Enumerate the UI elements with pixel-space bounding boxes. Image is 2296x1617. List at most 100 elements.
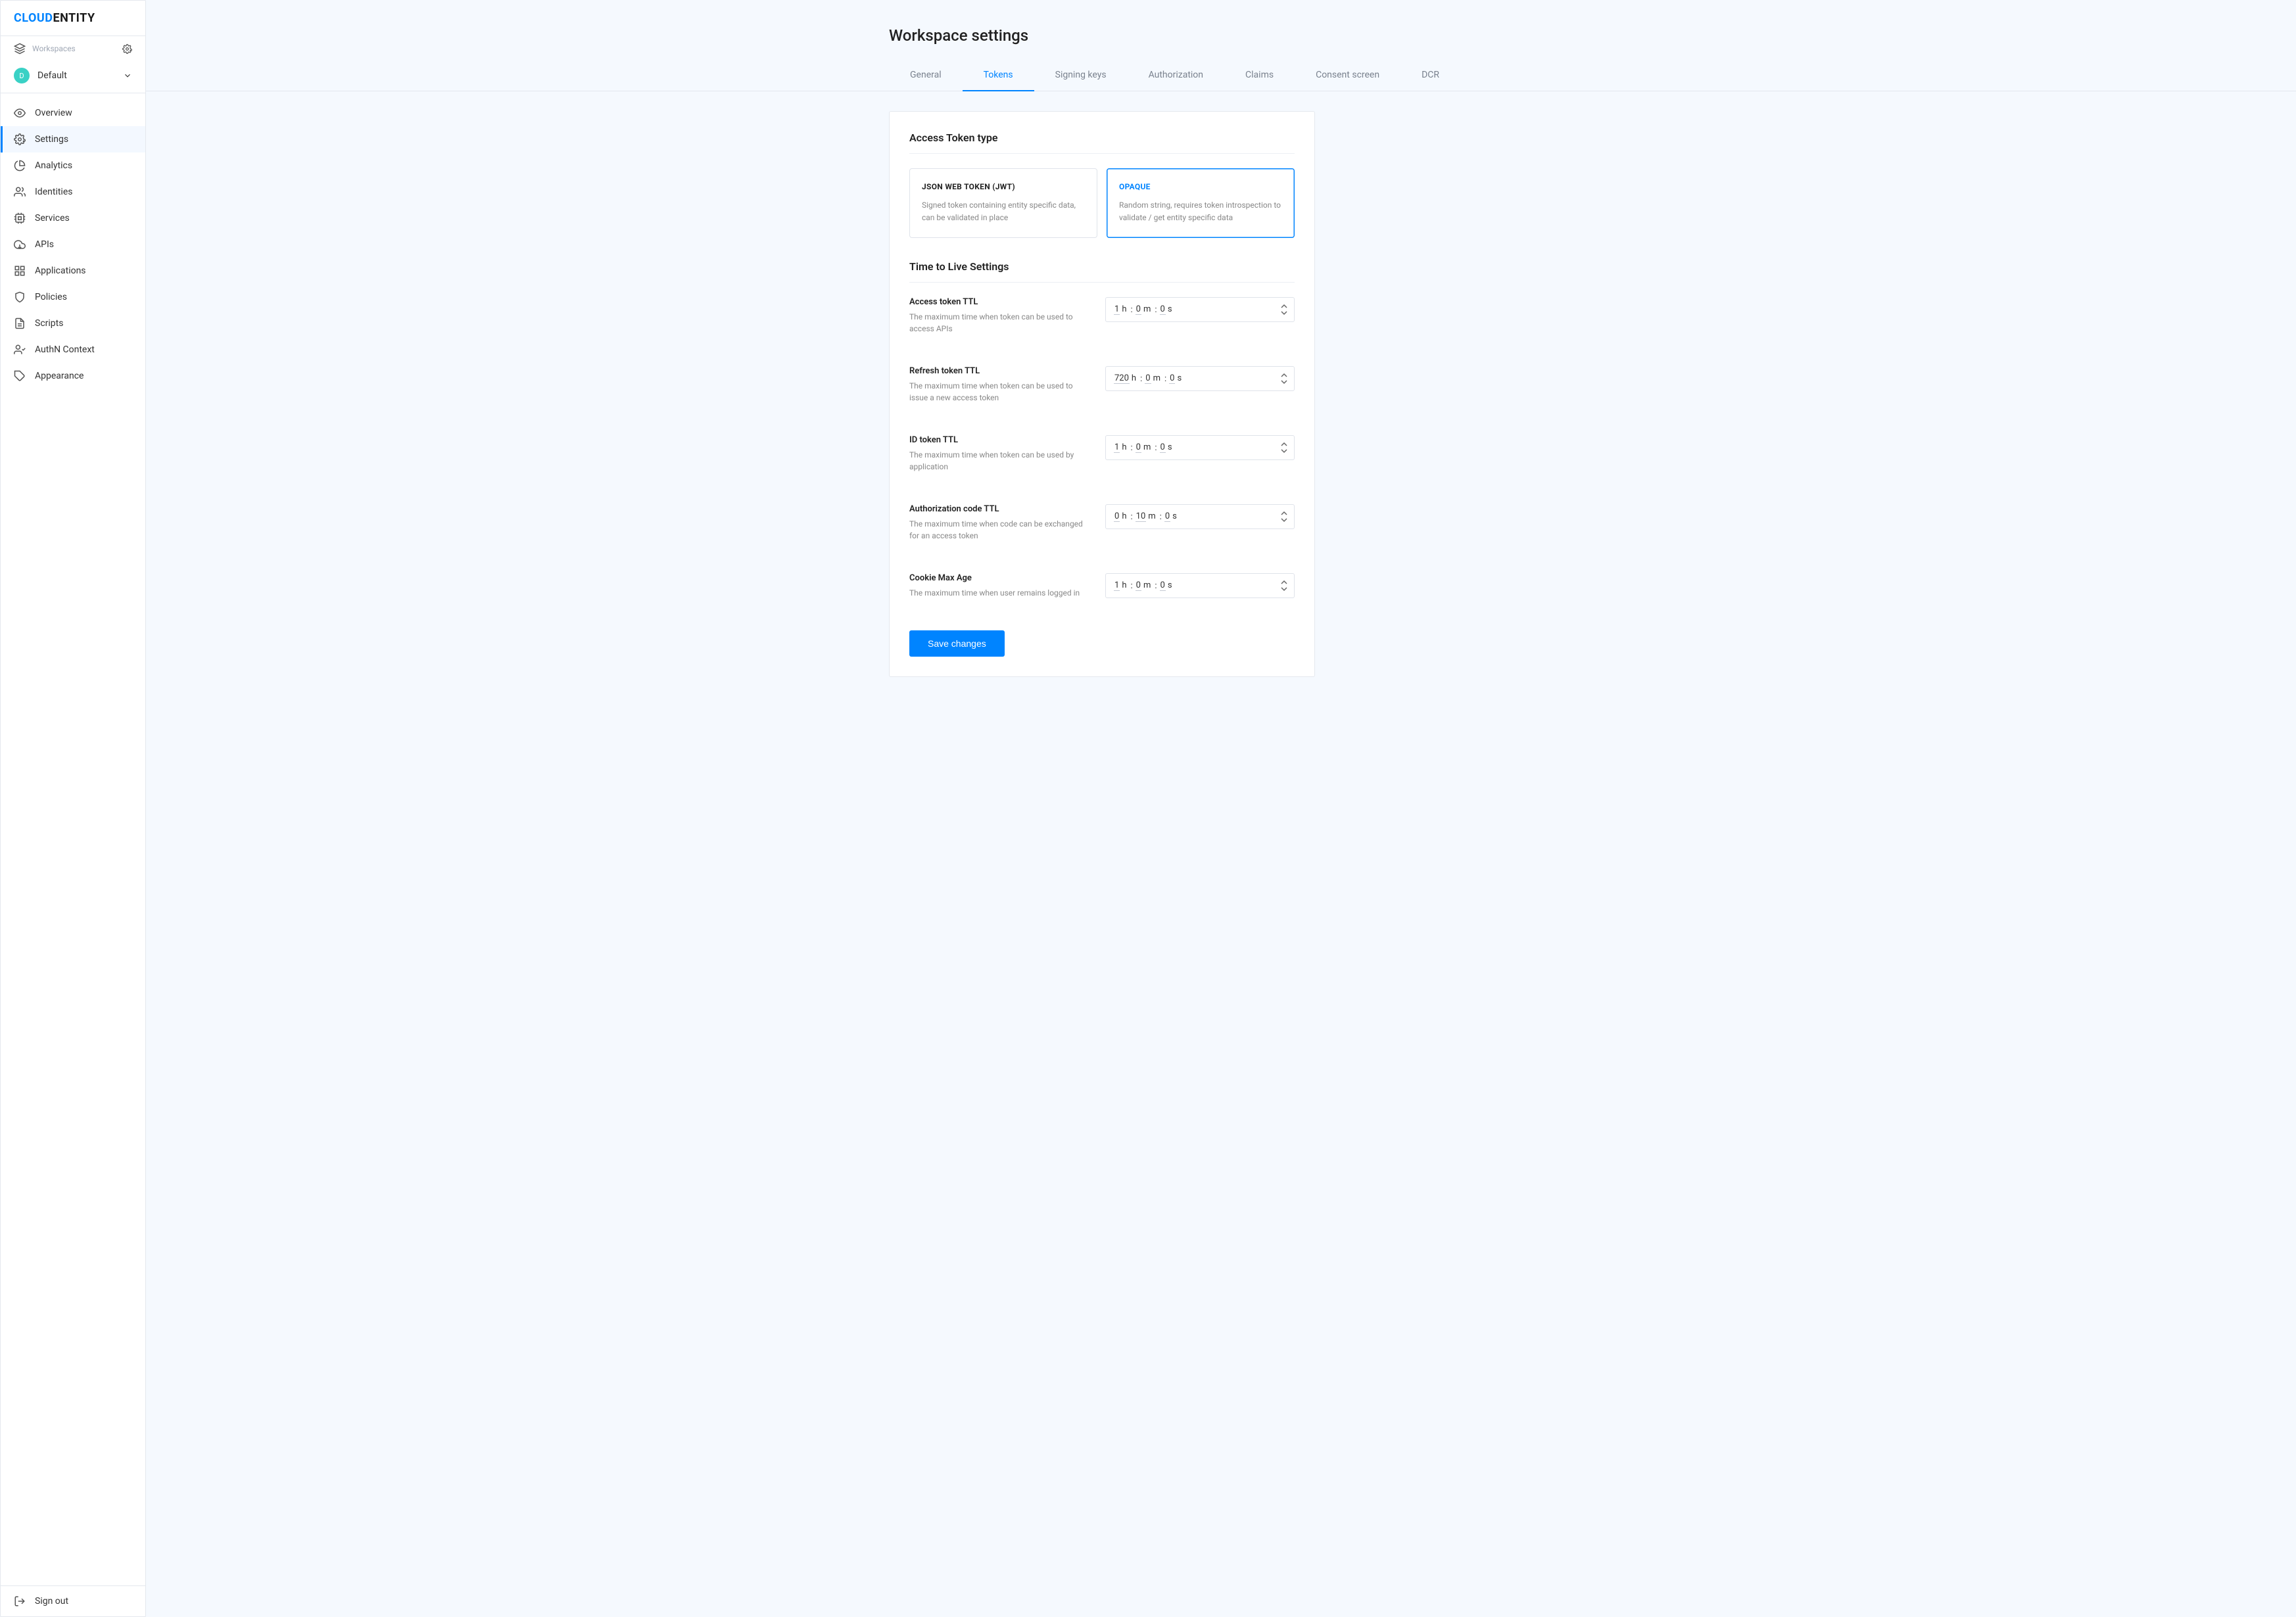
grid-icon	[14, 265, 26, 277]
stepper-down-icon[interactable]	[1281, 448, 1287, 454]
token-type-title: OPAQUE	[1119, 182, 1282, 191]
ttl-minutes[interactable]: 0	[1136, 442, 1141, 453]
sidebar-item-label: AuthN Context	[35, 344, 95, 355]
cloud-icon	[14, 239, 26, 250]
tabs: General Tokens Signing keys Authorizatio…	[889, 60, 1553, 91]
sidebar-item-services[interactable]: Services	[1, 205, 145, 231]
stepper-up-icon[interactable]	[1281, 304, 1287, 309]
ttl-minutes[interactable]: 0	[1136, 304, 1141, 315]
ttl-desc: The maximum time when user remains logge…	[909, 587, 1086, 599]
ttl-input-id-token[interactable]: 1h : 0m : 0s	[1105, 435, 1295, 460]
tab-dcr[interactable]: DCR	[1400, 60, 1460, 91]
layers-icon	[14, 43, 26, 55]
brand-bold: CLOUD	[14, 11, 53, 25]
tab-signing-keys[interactable]: Signing keys	[1034, 60, 1128, 91]
stepper-down-icon[interactable]	[1281, 379, 1287, 385]
stepper-up-icon[interactable]	[1281, 580, 1287, 585]
ttl-row-authorization-code: Authorization code TTL The maximum time …	[909, 504, 1295, 542]
ttl-hours[interactable]: 1	[1114, 580, 1120, 591]
ttl-title: Access token TTL	[909, 297, 1086, 307]
ttl-hours[interactable]: 1	[1114, 442, 1120, 453]
workspace-name: Default	[37, 70, 115, 81]
brand-logo: CLOUDENTITY	[1, 1, 145, 36]
sidebar-item-authn-context[interactable]: AuthN Context	[1, 337, 145, 363]
ttl-input-authorization-code[interactable]: 0h : 10m : 0s	[1105, 504, 1295, 529]
ttl-input-refresh-token[interactable]: 720h : 0m : 0s	[1105, 366, 1295, 391]
ttl-title: Refresh token TTL	[909, 366, 1086, 376]
token-type-title: JSON WEB TOKEN (JWT)	[922, 182, 1085, 191]
workspace-selector[interactable]: D Default	[1, 61, 145, 93]
ttl-row-id-token: ID token TTL The maximum time when token…	[909, 435, 1295, 473]
chip-icon	[14, 212, 26, 224]
sidebar-item-settings[interactable]: Settings	[1, 126, 145, 152]
ttl-desc: The maximum time when code can be exchan…	[909, 518, 1086, 542]
page-title: Workspace settings	[889, 0, 1553, 60]
ttl-row-refresh-token: Refresh token TTL The maximum time when …	[909, 366, 1295, 404]
sidebar-item-analytics[interactable]: Analytics	[1, 152, 145, 179]
sidebar-item-applications[interactable]: Applications	[1, 258, 145, 284]
ttl-minutes[interactable]: 0	[1136, 580, 1141, 591]
ttl-input-access-token[interactable]: 1h : 0m : 0s	[1105, 297, 1295, 322]
tab-consent-screen[interactable]: Consent screen	[1295, 60, 1400, 91]
token-type-jwt[interactable]: JSON WEB TOKEN (JWT) Signed token contai…	[909, 168, 1097, 238]
tab-authorization[interactable]: Authorization	[1128, 60, 1224, 91]
ttl-seconds[interactable]: 0	[1164, 511, 1170, 522]
stepper-up-icon[interactable]	[1281, 442, 1287, 447]
logout-icon	[14, 1595, 26, 1607]
ttl-title: Authorization code TTL	[909, 504, 1086, 514]
ttl-seconds[interactable]: 0	[1160, 442, 1166, 453]
sidebar-item-identities[interactable]: Identities	[1, 179, 145, 205]
stepper-down-icon[interactable]	[1281, 517, 1287, 523]
stepper-down-icon[interactable]	[1281, 586, 1287, 592]
stepper-up-icon[interactable]	[1281, 511, 1287, 516]
ttl-input-cookie-max-age[interactable]: 1h : 0m : 0s	[1105, 573, 1295, 598]
ttl-seconds[interactable]: 0	[1160, 580, 1166, 591]
sidebar: CLOUDENTITY Workspaces D Default Overvie…	[0, 0, 146, 1617]
ttl-row-access-token: Access token TTL The maximum time when t…	[909, 297, 1295, 335]
sidebar-item-label: Services	[35, 213, 70, 223]
access-token-type-heading: Access Token type	[909, 131, 1295, 154]
stepper-up-icon[interactable]	[1281, 373, 1287, 378]
sidebar-item-policies[interactable]: Policies	[1, 284, 145, 310]
ttl-minutes[interactable]: 10	[1136, 511, 1147, 522]
piechart-icon	[14, 160, 26, 172]
ttl-minutes[interactable]: 0	[1145, 373, 1151, 384]
ttl-desc: The maximum time when token can be used …	[909, 311, 1086, 335]
sidebar-item-overview[interactable]: Overview	[1, 100, 145, 126]
token-type-desc: Signed token containing entity specific …	[922, 199, 1085, 224]
sidebar-item-label: Policies	[35, 292, 67, 302]
workspace-initial-badge: D	[14, 68, 30, 83]
sidebar-item-label: Analytics	[35, 160, 72, 171]
tab-general[interactable]: General	[889, 60, 963, 91]
stepper-down-icon[interactable]	[1281, 310, 1287, 316]
ttl-seconds[interactable]: 0	[1160, 304, 1166, 315]
sidebar-item-scripts[interactable]: Scripts	[1, 310, 145, 337]
ttl-title: ID token TTL	[909, 435, 1086, 445]
tab-tokens[interactable]: Tokens	[963, 60, 1034, 91]
tag-icon	[14, 370, 26, 382]
ttl-hours[interactable]: 0	[1114, 511, 1120, 522]
sign-out-label: Sign out	[35, 1596, 68, 1606]
users-icon	[14, 186, 26, 198]
workspaces-header: Workspaces	[1, 36, 145, 61]
sign-out-button[interactable]: Sign out	[1, 1585, 145, 1616]
shield-icon	[14, 291, 26, 303]
gear-icon[interactable]	[122, 44, 132, 54]
workspaces-label: Workspaces	[32, 44, 76, 53]
sidebar-item-apis[interactable]: APIs	[1, 231, 145, 258]
tab-claims[interactable]: Claims	[1224, 60, 1295, 91]
ttl-row-cookie-max-age: Cookie Max Age The maximum time when use…	[909, 573, 1295, 599]
ttl-desc: The maximum time when token can be used …	[909, 449, 1086, 473]
tokens-card: Access Token type JSON WEB TOKEN (JWT) S…	[889, 111, 1315, 677]
ttl-seconds[interactable]: 0	[1169, 373, 1175, 384]
ttl-desc: The maximum time when token can be used …	[909, 380, 1086, 404]
eye-icon	[14, 107, 26, 119]
save-button[interactable]: Save changes	[909, 630, 1005, 657]
ttl-hours[interactable]: 1	[1114, 304, 1120, 315]
file-icon	[14, 317, 26, 329]
token-type-opaque[interactable]: OPAQUE Random string, requires token int…	[1107, 168, 1295, 238]
sidebar-item-label: APIs	[35, 239, 54, 250]
brand-rest: ENTITY	[53, 11, 95, 25]
ttl-hours[interactable]: 720	[1114, 373, 1130, 384]
sidebar-item-appearance[interactable]: Appearance	[1, 363, 145, 389]
